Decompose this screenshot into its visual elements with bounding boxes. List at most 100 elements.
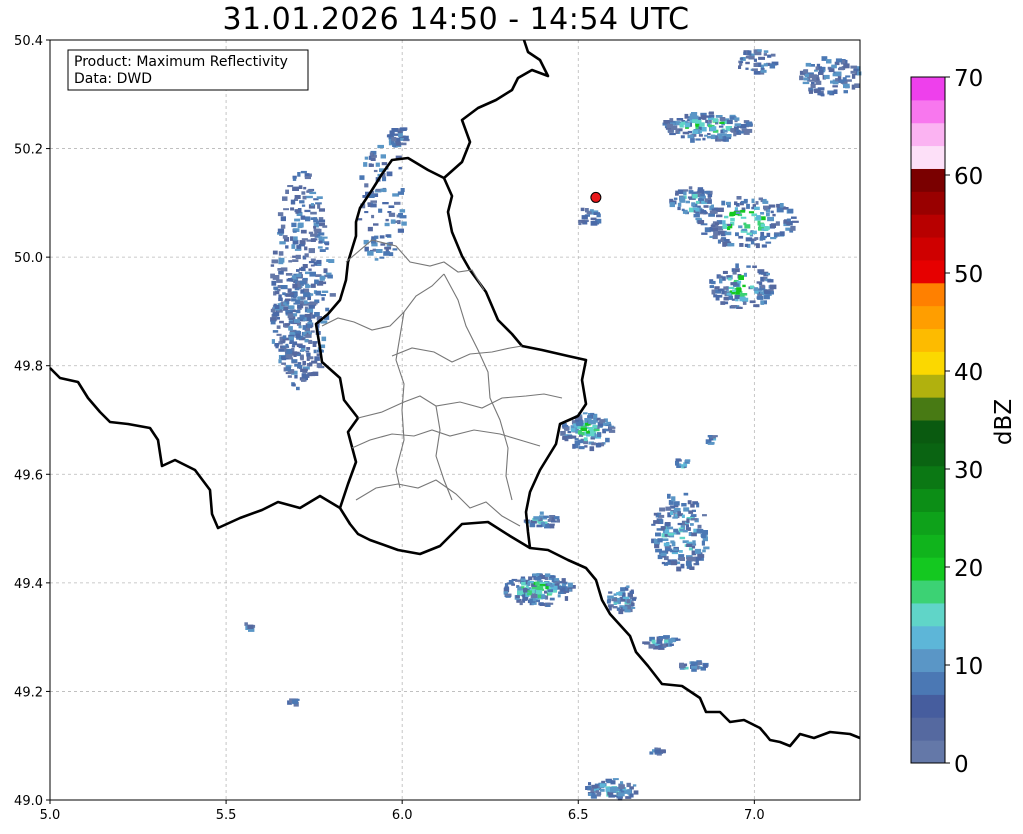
echo-pixel <box>760 300 765 305</box>
echo-pixel <box>270 308 276 313</box>
echo-pixel <box>835 78 839 82</box>
echo-pixel <box>624 790 630 794</box>
colorbar-tick-label: 30 <box>954 458 983 484</box>
echo-pixel <box>728 277 732 281</box>
echo-pixel <box>700 209 705 213</box>
echo-pixel <box>662 538 669 541</box>
echo-pixel <box>707 435 713 438</box>
echo-pixel <box>286 348 292 354</box>
echo-pixel <box>315 290 322 296</box>
echo-pixel <box>761 244 767 248</box>
echo-pixel <box>720 238 724 242</box>
echo-pixel <box>709 285 714 289</box>
echo-pixel <box>310 283 316 288</box>
echo-pixel <box>297 364 303 369</box>
echo-pixel <box>364 246 369 252</box>
echo-pixel <box>298 345 306 349</box>
echo-pixel <box>758 197 763 201</box>
echo-pixel <box>381 162 388 166</box>
echo-pixel <box>329 293 336 297</box>
echo-pixel <box>737 288 742 291</box>
marker-layer <box>590 191 602 203</box>
echo-pixel <box>270 320 276 325</box>
echo-pixel <box>826 59 832 64</box>
echo-pixel <box>687 134 694 139</box>
echo-pixel <box>310 330 315 333</box>
echo-pixel <box>379 256 385 259</box>
colorbar-segment <box>911 420 945 444</box>
echo-pixel <box>766 232 771 237</box>
echo-pixel <box>698 134 703 137</box>
echo-pixel <box>730 128 735 132</box>
echo-pixel <box>703 546 710 550</box>
echo-pixel <box>730 217 735 222</box>
echo-pixel <box>850 70 856 74</box>
echo-pixel <box>835 71 842 77</box>
echo-pixel <box>320 294 326 297</box>
colorbar-segment <box>911 557 945 581</box>
echo-pixel <box>772 213 776 217</box>
echo-pixel <box>588 782 592 786</box>
x-tick-label: 6.5 <box>568 808 589 823</box>
x-axis-ticks: 5.0 5.5 6.0 6.5 7.0 <box>40 800 765 823</box>
echo-pixel <box>694 548 702 554</box>
echo-pixel <box>270 264 275 267</box>
echo-pixel <box>757 296 764 300</box>
echo-pixel <box>523 588 528 593</box>
echo-pixel <box>727 243 735 247</box>
echo-pixel <box>667 493 671 499</box>
echo-pixel <box>758 56 765 60</box>
echo-pixel <box>554 578 560 582</box>
echo-pixel <box>763 205 769 210</box>
echo-pixel <box>744 224 751 229</box>
echo-pixel <box>657 538 663 543</box>
echo-pixel <box>377 144 384 149</box>
echo-pixel <box>759 237 764 241</box>
echo-pixel <box>301 238 308 241</box>
echo-pixel <box>703 205 709 208</box>
echo-pixel <box>325 272 332 275</box>
echo-pixel <box>726 134 732 138</box>
echo-pixel <box>791 220 799 223</box>
echo-pixel <box>595 442 602 448</box>
echo-pixel <box>287 375 292 378</box>
echo-pixel <box>567 582 573 588</box>
echo-pixel <box>626 782 631 788</box>
echo-pixel <box>752 265 757 268</box>
echo-pixel <box>535 589 543 594</box>
echo-pixel <box>588 419 593 425</box>
echo-pixel <box>845 75 851 78</box>
echo-pixel <box>541 595 546 600</box>
echo-pixel <box>693 213 700 218</box>
echo-pixel <box>285 273 293 276</box>
echo-pixel <box>725 231 732 236</box>
echo-pixel <box>710 224 716 227</box>
echo-pixel <box>746 232 753 235</box>
echo-pixel <box>695 119 702 124</box>
echo-pixel <box>656 528 662 531</box>
echo-pixel <box>690 556 696 562</box>
echo-pixel <box>746 203 750 209</box>
echo-pixel <box>676 118 684 121</box>
echo-pixel <box>702 514 707 517</box>
echo-pixel <box>300 215 306 220</box>
echo-pixel <box>661 561 666 565</box>
echo-pixel <box>578 221 582 226</box>
echo-pixel <box>385 234 391 238</box>
echo-pixel <box>522 597 529 600</box>
echo-pixel <box>746 265 751 268</box>
echo-pixel <box>283 208 289 211</box>
echo-pixel <box>754 237 759 240</box>
echo-pixel <box>824 74 830 80</box>
echo-pixel <box>517 586 522 591</box>
echo-pixel <box>314 279 319 285</box>
echo-pixel <box>581 215 588 220</box>
echo-pixel <box>549 597 555 601</box>
echo-pixel <box>374 258 379 261</box>
echo-pixel <box>620 587 625 592</box>
echo-pixel <box>367 226 373 232</box>
echo-pixel <box>739 296 746 302</box>
echo-pixel <box>707 442 714 445</box>
echo-pixel <box>842 77 847 82</box>
echo-pixel <box>556 519 560 523</box>
